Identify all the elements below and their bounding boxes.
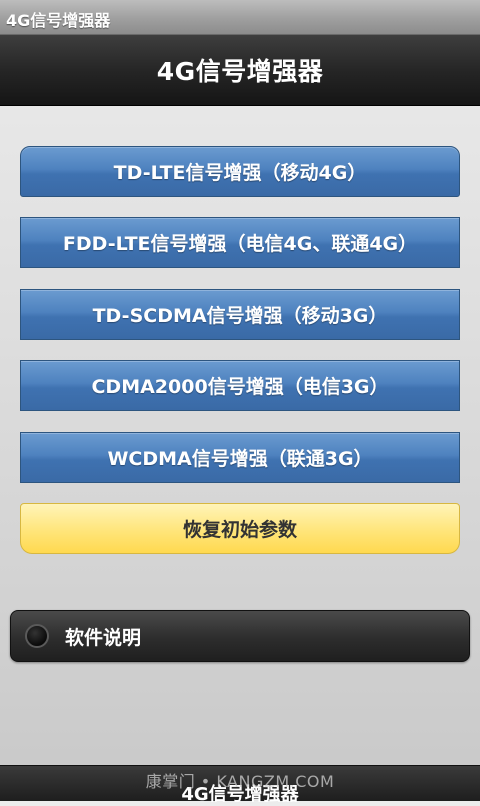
- reset-defaults-label: 恢复初始参数: [182, 519, 297, 541]
- reset-defaults-button[interactable]: 恢复初始参数: [20, 503, 460, 554]
- software-info-toggle[interactable]: 软件说明: [10, 610, 470, 662]
- status-bar-title: 4G信号增强器: [6, 11, 111, 30]
- cdma2000-boost-label: CDMA2000信号增强（电信3G）: [91, 376, 389, 398]
- td-scdma-boost-button[interactable]: TD-SCDMA信号增强（移动3G）: [20, 289, 460, 340]
- cdma2000-boost-button[interactable]: CDMA2000信号增强（电信3G）: [20, 360, 460, 411]
- title-bar: 4G信号增强器: [0, 35, 480, 106]
- td-lte-boost-label: TD-LTE信号增强（移动4G）: [113, 162, 367, 184]
- wcdma-boost-label: WCDMA信号增强（联通3G）: [107, 448, 373, 470]
- watermark: 康掌门 • KANGZM.COM: [145, 772, 335, 791]
- fdd-lte-boost-button[interactable]: FDD-LTE信号增强（电信4G、联通4G）: [20, 217, 460, 268]
- radio-unchecked-icon[interactable]: [25, 624, 49, 648]
- wcdma-boost-button[interactable]: WCDMA信号增强（联通3G）: [20, 432, 460, 483]
- software-info-label: 软件说明: [65, 626, 142, 649]
- td-lte-boost-button[interactable]: TD-LTE信号增强（移动4G）: [20, 146, 460, 197]
- page-title: 4G信号增强器: [156, 57, 324, 86]
- td-scdma-boost-label: TD-SCDMA信号增强（移动3G）: [92, 305, 388, 327]
- status-bar: 4G信号增强器: [0, 0, 480, 35]
- fdd-lte-boost-label: FDD-LTE信号增强（电信4G、联通4G）: [62, 233, 418, 255]
